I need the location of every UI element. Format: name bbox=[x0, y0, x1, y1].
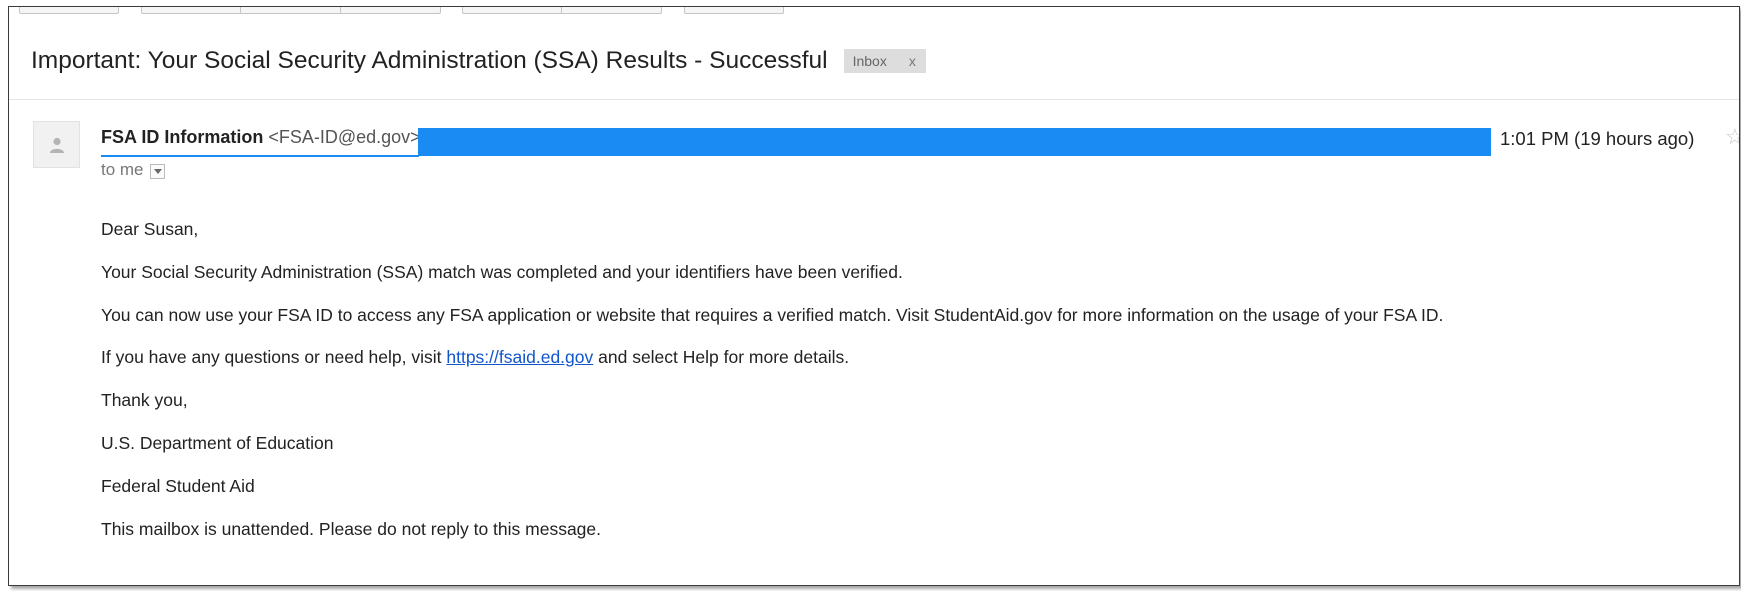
subject-row: Important: Your Social Security Administ… bbox=[31, 47, 926, 75]
body-signature-1: U.S. Department of Education bbox=[101, 432, 334, 453]
body-thanks: Thank you, bbox=[101, 390, 188, 411]
inbox-label[interactable]: Inbox x bbox=[843, 49, 926, 73]
sender-avatar[interactable] bbox=[33, 121, 80, 168]
toolbar-button-back[interactable] bbox=[19, 7, 119, 14]
toolbar bbox=[9, 7, 1739, 14]
toolbar-button-more[interactable] bbox=[684, 7, 784, 14]
inbox-label-text: Inbox bbox=[852, 53, 887, 69]
recipient-text: to me bbox=[101, 160, 144, 179]
header-divider bbox=[9, 99, 1739, 100]
body-paragraph-3-after: and select Help for more details. bbox=[593, 347, 850, 368]
sender-line[interactable]: FSA ID Information <FSA-ID@ed.gov> bbox=[101, 127, 421, 148]
body-paragraph-2: You can now use your FSA ID to access an… bbox=[101, 304, 1444, 325]
toolbar-separator bbox=[240, 7, 241, 13]
toolbar-button-group-actions[interactable] bbox=[141, 7, 441, 14]
email-timestamp: 1:01 PM (19 hours ago) bbox=[1500, 128, 1695, 149]
body-paragraph-1: Your Social Security Administration (SSA… bbox=[101, 261, 903, 282]
sender-name[interactable]: FSA ID Information bbox=[101, 127, 263, 147]
body-paragraph-3-before: If you have any questions or need help, … bbox=[101, 347, 447, 368]
recipient-line: to me bbox=[101, 160, 165, 180]
sender-email: <FSA-ID@ed.gov> bbox=[268, 127, 421, 147]
remove-label-button[interactable]: x bbox=[909, 49, 916, 73]
email-body: Dear Susan, Your Social Security Adminis… bbox=[101, 219, 1443, 561]
body-greeting: Dear Susan, bbox=[101, 219, 199, 239]
redaction-bar bbox=[418, 128, 1491, 156]
body-notice: This mailbox is unattended. Please do no… bbox=[101, 518, 601, 539]
show-details-button[interactable] bbox=[149, 163, 165, 179]
fsaid-link[interactable]: https://fsaid.ed.gov bbox=[446, 347, 593, 367]
chevron-down-icon bbox=[153, 168, 162, 174]
body-signature-2: Federal Student Aid bbox=[101, 475, 255, 496]
toolbar-separator bbox=[340, 7, 341, 13]
body-paragraph-3: If you have any questions or need help, … bbox=[101, 347, 1443, 367]
email-window: Important: Your Social Security Administ… bbox=[8, 6, 1740, 586]
toolbar-separator bbox=[561, 7, 562, 13]
email-subject: Important: Your Social Security Administ… bbox=[31, 47, 828, 74]
toolbar-button-group-move[interactable] bbox=[462, 7, 662, 14]
selection-underline bbox=[101, 155, 419, 157]
star-icon[interactable]: ☆ bbox=[1725, 126, 1739, 148]
